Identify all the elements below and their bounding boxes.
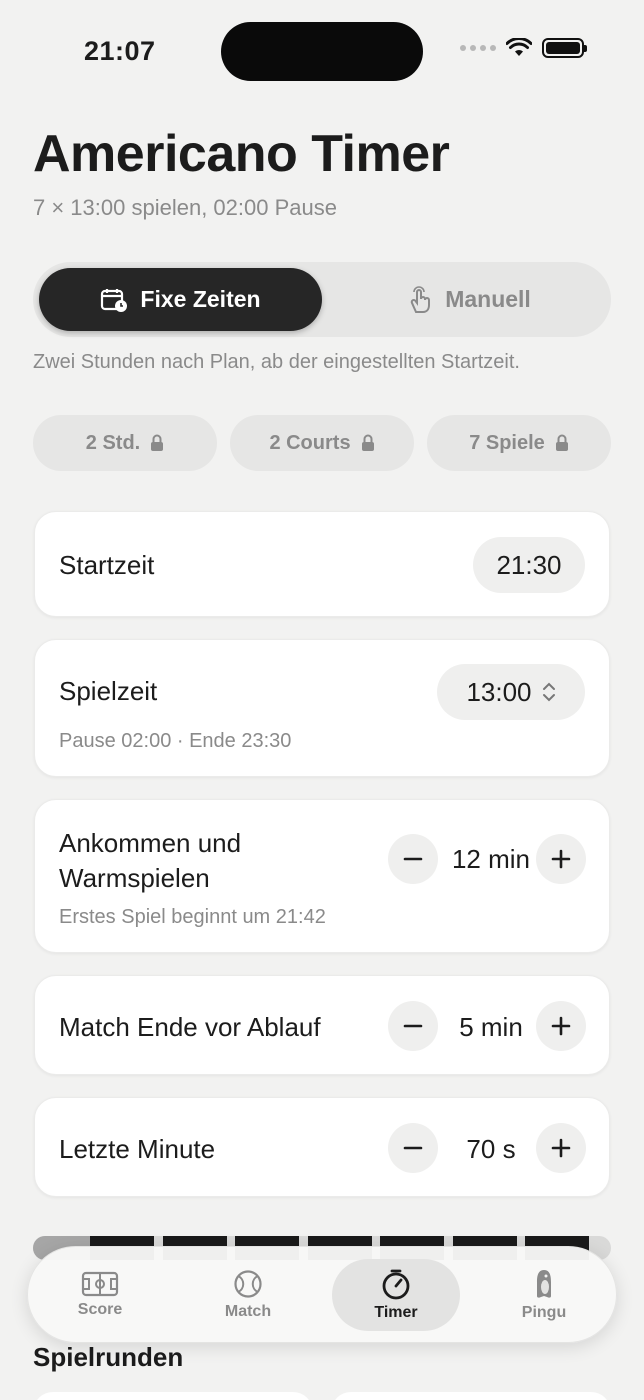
plus-icon	[551, 849, 571, 869]
mode-hint: Zwei Stunden nach Plan, ab der eingestel…	[33, 351, 520, 373]
match-end-value: 5 min	[459, 1012, 523, 1042]
status-time: 21:07	[84, 36, 156, 66]
mode-fixe-zeiten-label: Fixe Zeiten	[140, 286, 261, 312]
warmup-decrement-button[interactable]	[388, 834, 438, 884]
timer-icon	[382, 1269, 410, 1300]
minus-icon	[403, 1024, 423, 1028]
wifi-icon	[506, 38, 532, 56]
mode-manuell-label: Manuell	[445, 286, 531, 312]
cellular-icon	[460, 45, 496, 51]
round-card[interactable]	[331, 1392, 611, 1400]
section-title: Spielrunden	[33, 1342, 184, 1372]
last-minute-decrement-button[interactable]	[388, 1123, 438, 1173]
match-end-card: Match Ende vor Ablauf 5 min	[34, 975, 610, 1075]
page-title: Americano Timer	[33, 125, 450, 183]
status-icons	[460, 38, 587, 58]
warmup-sub: Erstes Spiel beginnt um 21:42	[59, 906, 326, 928]
play-time-sub: Pause 02:00 · Ende 23:30	[59, 730, 292, 752]
mode-fixe-zeiten-button[interactable]: Fixe Zeiten	[39, 268, 322, 331]
lock-icon	[151, 434, 164, 451]
plus-icon	[551, 1016, 571, 1036]
last-minute-value: 70 s	[466, 1134, 516, 1164]
play-time-card: Spielzeit 13:00 Pause 02:00 · Ende 23:30	[34, 639, 610, 777]
tab-pingu-label: Pingu	[521, 1304, 567, 1321]
mode-segmented-control: Fixe Zeiten Manuell	[33, 262, 611, 337]
start-time-card: Startzeit 21:30	[34, 511, 610, 617]
calendar-clock-icon	[101, 288, 128, 312]
minus-icon	[403, 857, 423, 861]
tab-bar: Score Match Timer Pingu	[27, 1246, 617, 1343]
match-end-label: Match Ende vor Ablauf	[59, 1012, 321, 1042]
tab-match[interactable]: Match	[184, 1259, 312, 1331]
chip-courts: 2 Courts	[230, 415, 414, 471]
chip-courts-label: 2 Courts	[269, 431, 351, 454]
start-time-value: 21:30	[496, 549, 562, 580]
warmup-card: Ankommen und Warmspielen 12 min Erstes S…	[34, 799, 610, 953]
page-subtitle: 7 × 13:00 spielen, 02:00 Pause	[33, 195, 337, 220]
tab-score-label: Score	[77, 1301, 123, 1318]
chip-duration: 2 Std.	[33, 415, 217, 471]
tennis-ball-icon	[234, 1270, 262, 1298]
hand-tap-icon	[410, 285, 431, 313]
lock-icon	[555, 434, 568, 451]
tab-timer-label: Timer	[374, 1304, 418, 1321]
play-time-picker[interactable]: 13:00	[437, 664, 585, 720]
warmup-label: Ankommen und Warmspielen	[59, 826, 241, 896]
tab-match-label: Match	[224, 1303, 272, 1320]
battery-icon	[542, 38, 587, 58]
warmup-value: 12 min	[451, 844, 531, 874]
chip-games: 7 Spiele	[427, 415, 611, 471]
last-minute-label: Letzte Minute	[59, 1134, 216, 1164]
round-card[interactable]	[33, 1392, 313, 1400]
last-minute-increment-button[interactable]	[536, 1123, 586, 1173]
minus-icon	[403, 1146, 423, 1150]
start-time-picker[interactable]: 21:30	[473, 537, 585, 593]
play-time-label: Spielzeit	[59, 676, 158, 706]
scoreboard-icon	[81, 1271, 119, 1297]
play-time-value: 13:00	[466, 676, 532, 707]
penguin-icon	[537, 1270, 551, 1298]
match-end-increment-button[interactable]	[536, 1001, 586, 1051]
tab-score[interactable]: Score	[36, 1259, 164, 1331]
tab-pingu[interactable]: Pingu	[480, 1259, 608, 1331]
lock-icon	[361, 434, 374, 451]
plus-icon	[551, 1138, 571, 1158]
chevron-up-down-icon	[542, 682, 555, 702]
warmup-increment-button[interactable]	[536, 834, 586, 884]
tab-timer[interactable]: Timer	[332, 1259, 460, 1331]
warmup-label-line2: Warmspielen	[59, 863, 210, 893]
chip-games-label: 7 Spiele	[469, 431, 545, 454]
chip-duration-label: 2 Std.	[85, 431, 141, 454]
last-minute-card: Letzte Minute 70 s	[34, 1097, 610, 1197]
mode-manuell-button[interactable]: Manuell	[333, 268, 605, 331]
warmup-label-line1: Ankommen und	[59, 828, 242, 858]
dynamic-island	[221, 22, 423, 81]
start-time-label: Startzeit	[59, 550, 155, 580]
match-end-decrement-button[interactable]	[388, 1001, 438, 1051]
